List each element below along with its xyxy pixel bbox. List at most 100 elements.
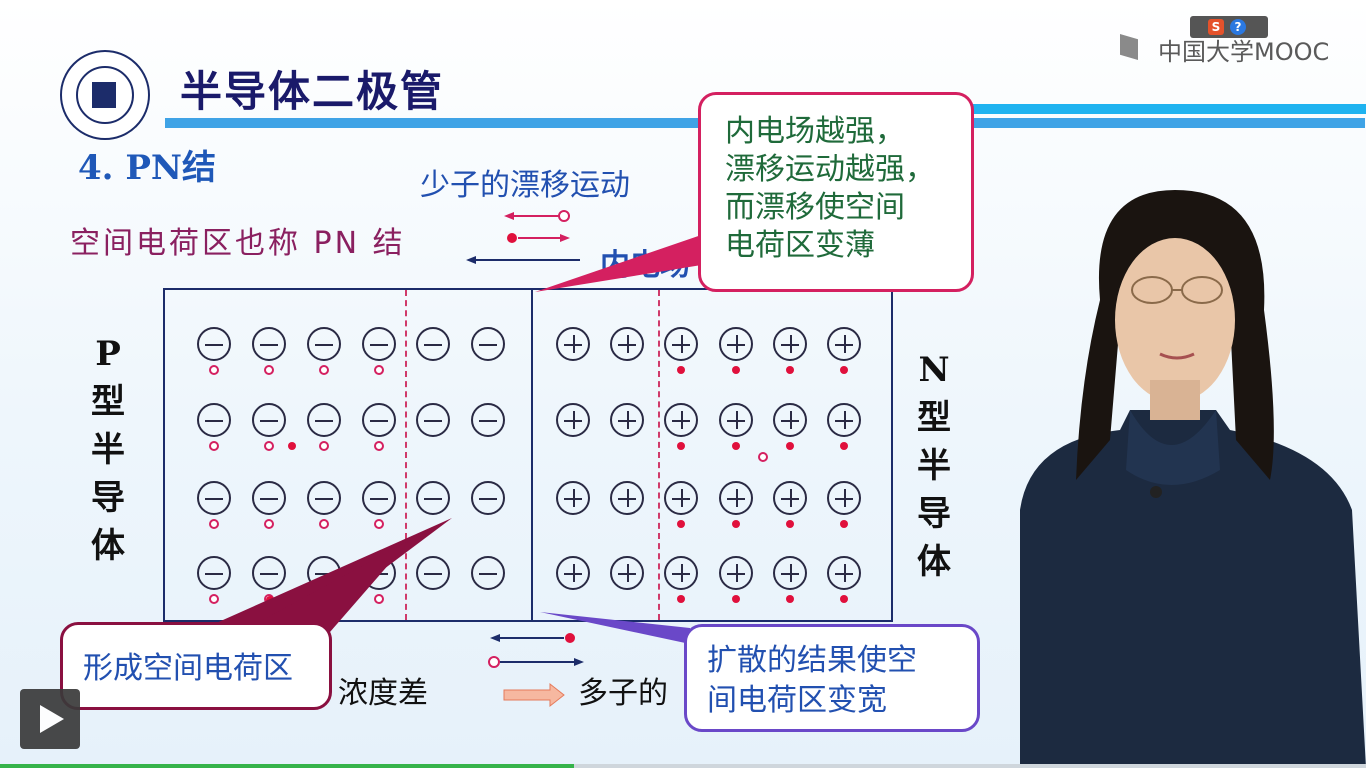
positive-ion-icon — [719, 481, 753, 515]
progress-bar[interactable] — [0, 764, 1366, 768]
depletion-boundary-right — [658, 290, 660, 620]
diffusion-arrows-icon — [488, 633, 584, 708]
drift-arrows-icon — [466, 210, 580, 264]
university-logo — [60, 50, 150, 140]
mooc-brand-text: 中国大学MOOC — [1158, 38, 1330, 66]
hole-carrier-icon — [374, 365, 384, 375]
negative-ion-icon — [197, 327, 231, 361]
positive-ion-icon — [773, 481, 807, 515]
positive-ion-icon — [610, 481, 644, 515]
electron-carrier-icon — [677, 442, 685, 450]
hole-carrier-icon — [319, 594, 329, 604]
electron-carrier-icon — [840, 442, 848, 450]
negative-ion-icon — [252, 327, 286, 361]
electron-carrier-icon — [288, 442, 296, 450]
positive-ion-icon — [827, 327, 861, 361]
electron-carrier-icon — [677, 595, 685, 603]
presenter-video — [1020, 190, 1366, 768]
callout-form-region: 形成空间电荷区 — [60, 622, 332, 710]
negative-ion-icon — [197, 481, 231, 515]
positive-ion-icon — [827, 556, 861, 590]
positive-ion-icon — [773, 403, 807, 437]
callout-field-strong: 内电场越强， 漂移运动越强， 而漂移使空间 电荷区变薄 — [698, 92, 974, 292]
hole-carrier-icon — [264, 365, 274, 375]
negative-ion-icon — [471, 556, 505, 590]
inner-field-label: 内电场 — [600, 248, 690, 283]
hole-carrier-icon — [319, 519, 329, 529]
hole-carrier-icon — [374, 519, 384, 529]
electron-carrier-icon — [732, 595, 740, 603]
negative-ion-icon — [307, 481, 341, 515]
positive-ion-icon — [556, 556, 590, 590]
callout-diffusion-result: 扩散的结果使空 间电荷区变宽 — [684, 624, 980, 732]
negative-ion-icon — [252, 481, 286, 515]
positive-ion-icon — [773, 327, 807, 361]
hole-carrier-icon — [264, 441, 274, 451]
positive-ion-icon — [556, 403, 590, 437]
electron-carrier-icon — [840, 366, 848, 374]
negative-ion-icon — [362, 403, 396, 437]
positive-ion-icon — [556, 481, 590, 515]
positive-ion-icon — [719, 327, 753, 361]
hole-carrier-icon — [209, 365, 219, 375]
negative-ion-icon — [197, 556, 231, 590]
electron-carrier-icon — [732, 520, 740, 528]
negative-ion-icon — [362, 327, 396, 361]
header-accent-bar — [960, 104, 1366, 114]
electron-carrier-icon — [786, 520, 794, 528]
negative-ion-icon — [307, 327, 341, 361]
negative-ion-icon — [416, 481, 450, 515]
section-subtitle: 4. PN结 — [78, 148, 216, 188]
hole-carrier-icon — [374, 441, 384, 451]
electron-carrier-icon — [786, 595, 794, 603]
hole-carrier-icon — [209, 441, 219, 451]
hole-carrier-icon — [374, 594, 384, 604]
majority-carrier-label: 多子的 — [578, 676, 668, 711]
positive-ion-icon — [664, 403, 698, 437]
hole-carrier-icon — [209, 594, 219, 604]
electron-carrier-icon — [677, 520, 685, 528]
hole-carrier-icon — [319, 441, 329, 451]
positive-ion-icon — [773, 556, 807, 590]
concentration-label: 浓度差 — [338, 676, 428, 711]
negative-ion-icon — [252, 403, 286, 437]
hole-carrier-icon — [758, 452, 768, 462]
electron-carrier-icon — [677, 366, 685, 374]
positive-ion-icon — [664, 327, 698, 361]
negative-ion-icon — [471, 327, 505, 361]
electron-carrier-icon — [786, 442, 794, 450]
negative-ion-icon — [307, 556, 341, 590]
mooc-logo-icon — [1120, 34, 1138, 60]
positive-ion-icon — [827, 481, 861, 515]
positive-ion-icon — [827, 403, 861, 437]
negative-ion-icon — [471, 481, 505, 515]
positive-ion-icon — [664, 556, 698, 590]
electron-carrier-icon — [732, 442, 740, 450]
negative-ion-icon — [416, 556, 450, 590]
slide: 半导体二极管 4. PN结 少子的漂移运动 空间电荷区也称 PN 结 内电场 P… — [0, 0, 1366, 768]
slide-title: 半导体二极管 — [180, 67, 445, 116]
negative-ion-icon — [362, 481, 396, 515]
negative-ion-icon — [416, 327, 450, 361]
n-type-label: N型半导体 — [917, 350, 951, 582]
play-button[interactable] — [20, 689, 80, 749]
positive-ion-icon — [610, 403, 644, 437]
progress-fill — [0, 764, 574, 768]
depletion-boundary-left — [405, 290, 407, 620]
negative-ion-icon — [197, 403, 231, 437]
negative-ion-icon — [416, 403, 450, 437]
positive-ion-icon — [610, 327, 644, 361]
positive-ion-icon — [610, 556, 644, 590]
positive-ion-icon — [556, 327, 590, 361]
negative-ion-icon — [362, 556, 396, 590]
hole-carrier-icon — [264, 519, 274, 529]
play-icon — [40, 705, 64, 733]
electron-carrier-icon — [732, 366, 740, 374]
positive-ion-icon — [719, 403, 753, 437]
electron-carrier-icon — [266, 596, 274, 604]
negative-ion-icon — [471, 403, 505, 437]
positive-ion-icon — [664, 481, 698, 515]
electron-carrier-icon — [786, 366, 794, 374]
hole-carrier-icon — [209, 519, 219, 529]
space-charge-label: 空间电荷区也称 PN 结 — [70, 226, 406, 261]
